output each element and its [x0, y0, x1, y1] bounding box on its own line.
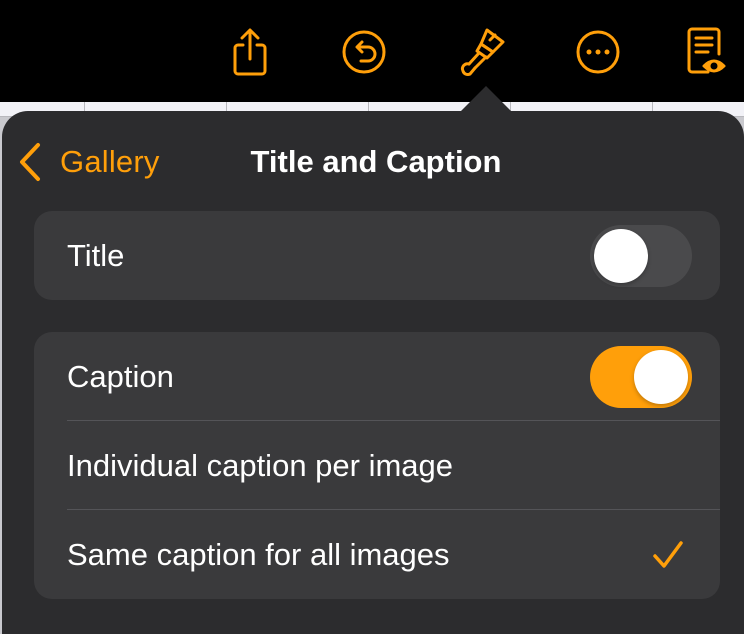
reading-view-button[interactable] [678, 24, 734, 80]
format-paintbrush-icon [461, 28, 505, 76]
title-settings-group: Title [34, 211, 720, 300]
reading-view-icon [687, 27, 726, 74]
share-button[interactable] [222, 24, 278, 80]
app-screen: Gallery Title and Caption Title Caption … [0, 0, 744, 634]
format-button[interactable] [454, 24, 510, 80]
back-button-label: Gallery [60, 144, 160, 179]
more-button[interactable] [570, 24, 626, 80]
caption-option-individual[interactable]: Individual caption per image [34, 421, 720, 510]
undo-button[interactable] [336, 24, 392, 80]
toggle-knob [594, 229, 648, 283]
undo-icon [342, 30, 386, 74]
popover-arrow [460, 86, 512, 112]
share-icon [233, 28, 267, 76]
chevron-left-icon [20, 143, 40, 181]
caption-settings-group: Caption Individual caption per image Sam… [34, 332, 720, 599]
more-icon [576, 30, 620, 74]
top-toolbar [0, 0, 744, 102]
toggle-knob [634, 350, 688, 404]
title-toggle[interactable] [590, 225, 692, 287]
back-to-gallery-button[interactable]: Gallery [18, 140, 160, 184]
caption-row-label: Caption [67, 359, 174, 394]
caption-toggle[interactable] [590, 346, 692, 408]
checkmark-icon [653, 541, 683, 568]
popover-title: Title and Caption [250, 144, 502, 179]
option-label: Same caption for all images [67, 537, 450, 572]
title-row-label: Title [67, 238, 125, 273]
caption-option-same[interactable]: Same caption for all images [34, 510, 720, 599]
option-label: Individual caption per image [67, 448, 454, 483]
caption-row: Caption [34, 332, 720, 421]
title-row: Title [34, 211, 720, 300]
